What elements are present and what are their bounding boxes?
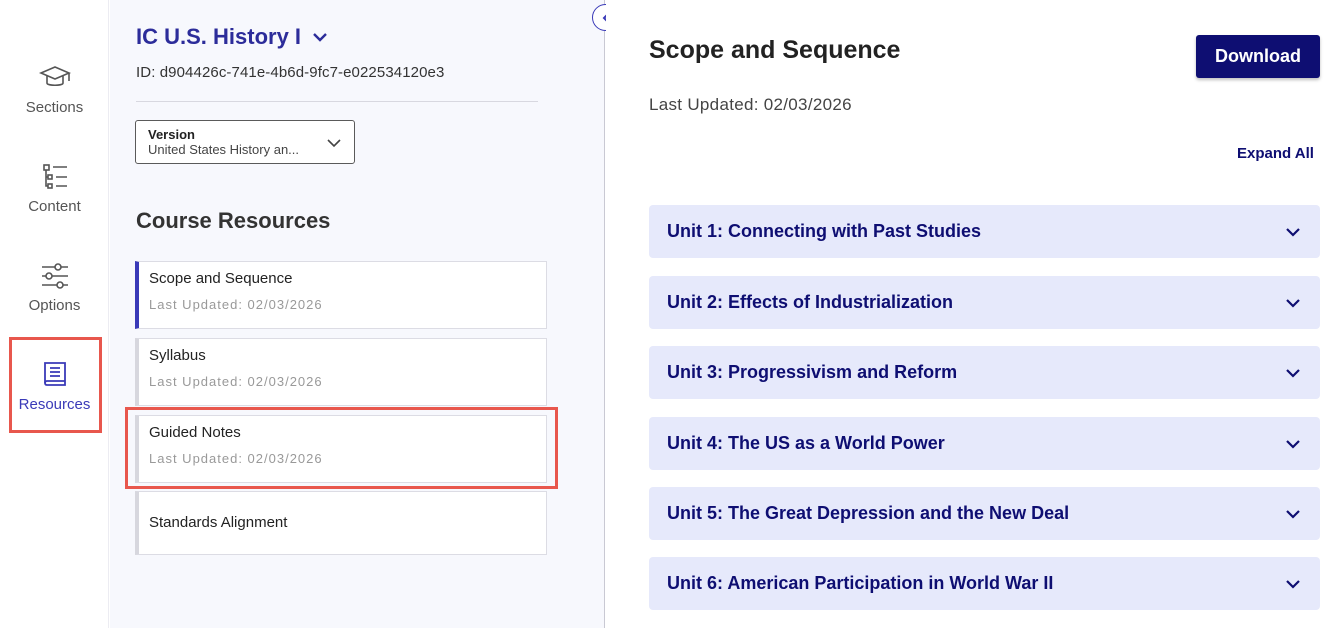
main-content: Scope and Sequence Last Updated: 02/03/2…: [606, 0, 1328, 628]
chevron-down-icon: [1286, 579, 1300, 589]
nav-item-options[interactable]: Options: [0, 246, 109, 326]
unit-accordion-3[interactable]: Unit 3: Progressivism and Reform: [649, 346, 1320, 399]
version-select[interactable]: Version United States History an...: [135, 120, 355, 164]
unit-title: Unit 6: American Participation in World …: [667, 573, 1054, 593]
guided-notes-highlight-box: [125, 407, 558, 489]
left-nav: Sections Content Options Resources: [0, 0, 109, 628]
sliders-icon: [41, 262, 68, 289]
resource-card-standards-alignment[interactable]: Standards Alignment: [135, 491, 547, 555]
list-tree-icon: [42, 163, 67, 189]
unit-title: Unit 5: The Great Depression and the New…: [667, 503, 1070, 523]
divider: [136, 101, 538, 102]
chevron-down-icon: [1286, 298, 1300, 308]
unit-accordion-2[interactable]: Unit 2: Effects of Industrialization: [649, 276, 1320, 329]
unit-accordion-6[interactable]: Unit 6: American Participation in World …: [649, 557, 1320, 610]
resource-title: Scope and Sequence: [149, 270, 293, 287]
course-selector[interactable]: IC U.S. History I: [136, 24, 329, 50]
course-id: ID: d904426c-741e-4b6d-9fc7-e022534120e3: [136, 64, 445, 81]
nav-item-sections[interactable]: Sections: [0, 48, 109, 128]
course-panel: IC U.S. History I ID: d904426c-741e-4b6d…: [110, 0, 605, 628]
chevron-down-icon: [327, 139, 341, 148]
page-title: Scope and Sequence: [649, 36, 901, 64]
unit-title: Unit 1: Connecting with Past Studies: [667, 221, 982, 241]
unit-title: Unit 2: Effects of Industrialization: [667, 292, 954, 312]
resource-title: Standards Alignment: [149, 514, 288, 531]
download-button[interactable]: Download: [1196, 35, 1320, 78]
graduation-cap-icon: [38, 65, 71, 86]
nav-label-options: Options: [28, 296, 81, 314]
course-title: IC U.S. History I: [136, 24, 302, 49]
nav-label-sections: Sections: [25, 98, 84, 116]
chevron-down-icon: [1286, 368, 1300, 378]
resource-card-syllabus[interactable]: Syllabus Last Updated: 02/03/2026: [135, 338, 547, 406]
unit-accordion-5[interactable]: Unit 5: The Great Depression and the New…: [649, 487, 1320, 540]
chevron-down-icon: [313, 33, 327, 42]
course-resources-heading: Course Resources: [136, 208, 331, 233]
chevron-down-icon: [1286, 439, 1300, 449]
unit-accordion-4[interactable]: Unit 4: The US as a World Power: [649, 417, 1320, 470]
last-updated: Last Updated: 02/03/2026: [649, 95, 852, 114]
unit-accordion-1[interactable]: Unit 1: Connecting with Past Studies: [649, 205, 1320, 258]
unit-title: Unit 4: The US as a World Power: [667, 433, 945, 453]
chevron-down-icon: [1286, 227, 1300, 237]
nav-label-content: Content: [28, 197, 81, 215]
resource-card-scope-and-sequence[interactable]: Scope and Sequence Last Updated: 02/03/2…: [135, 261, 547, 329]
resource-title: Syllabus: [149, 347, 206, 364]
resource-date: Last Updated: 02/03/2026: [149, 374, 323, 389]
unit-title: Unit 3: Progressivism and Reform: [667, 362, 958, 382]
version-label: Version: [148, 127, 195, 142]
expand-all-link[interactable]: Expand All: [1237, 145, 1314, 162]
version-value: United States History an...: [148, 142, 300, 157]
chevron-down-icon: [1286, 509, 1300, 519]
resource-date: Last Updated: 02/03/2026: [149, 297, 323, 312]
nav-item-content[interactable]: Content: [0, 147, 109, 227]
resources-highlight-box: [9, 337, 102, 433]
